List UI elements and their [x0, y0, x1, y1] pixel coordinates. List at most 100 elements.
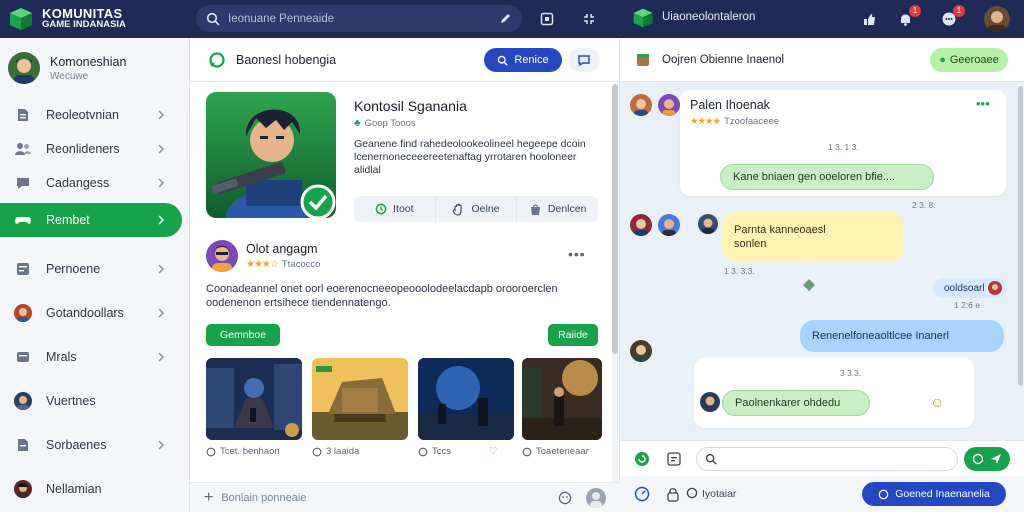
- chat-toggle-button[interactable]: [568, 48, 600, 72]
- message-time: 3 3.3.: [840, 368, 862, 378]
- sidebar: Komoneshian Wecuwe Reoleotvnian Reonlide…: [0, 38, 190, 512]
- composer-input[interactable]: [221, 491, 550, 504]
- more-options-icon[interactable]: •••: [568, 246, 586, 262]
- pen-icon[interactable]: [499, 12, 512, 25]
- chat-avatar[interactable]: [698, 214, 718, 234]
- chat-avatar[interactable]: [700, 392, 720, 412]
- search-input[interactable]: [228, 12, 491, 25]
- sidebar-item-vuertnes[interactable]: Vuertnes: [0, 384, 182, 418]
- chevron-right-icon: [158, 264, 165, 274]
- chat-ring-icon: [209, 51, 225, 68]
- message-bubble[interactable]: Renenelfoneaoltlcee Inanerl: [800, 320, 1004, 352]
- search-bar[interactable]: [196, 5, 522, 32]
- grid-icon: [14, 260, 32, 278]
- document-icon: [14, 106, 32, 124]
- avatar-icon: [14, 392, 32, 410]
- message-time: 1 3. 1 3.: [828, 142, 859, 152]
- user-avatar[interactable]: [984, 6, 1010, 32]
- primary-action-button[interactable]: Renice: [484, 48, 562, 72]
- shopping-bag-icon: [530, 204, 540, 215]
- post-author-name: Olot angagm: [246, 242, 318, 256]
- message-bubble[interactable]: Kane bniaen gen ooeloren bfie....: [720, 164, 934, 190]
- message-card: 3 3.3. Paolnenkarer ohdedu ☺: [694, 358, 974, 428]
- gallery-image[interactable]: [418, 358, 514, 440]
- gallery-image[interactable]: [312, 358, 408, 440]
- message-card: Palen Ihoenak ★★★★ Tzoofaaceee ••• 1 3. …: [680, 90, 1006, 196]
- sidebar-item-pernoene[interactable]: Pernoene: [0, 252, 182, 286]
- send-button[interactable]: [964, 447, 1010, 471]
- messages-icon[interactable]: 1: [940, 5, 965, 28]
- gallery-caption: Toaeteneaar: [522, 446, 589, 457]
- expand-icon[interactable]: [580, 10, 598, 28]
- notification-badge: 1: [909, 5, 921, 17]
- chat-avatar[interactable]: [630, 340, 652, 362]
- clock-icon: [206, 447, 216, 456]
- message-bubble[interactable]: Parnta kanneoaesl sonlen: [722, 212, 904, 262]
- chat-avatar[interactable]: [658, 214, 680, 236]
- chat-title: Oojren Obienne Inaenol: [662, 53, 785, 66]
- users-icon: [14, 140, 32, 158]
- page-title: Baonesl hobengia: [236, 52, 337, 67]
- sidebar-item-sorbaenes[interactable]: Sorbaenes: [0, 428, 182, 462]
- chat-avatar[interactable]: [630, 94, 652, 116]
- message-time: 1 2:6 e: [954, 300, 980, 310]
- message-author: Palen Ihoenak: [690, 98, 770, 112]
- refresh-icon[interactable]: [634, 451, 650, 467]
- sidebar-profile[interactable]: Komoneshian Wecuwe: [8, 52, 126, 84]
- sidebar-item-reonlideners[interactable]: Reonlideners: [0, 132, 182, 166]
- game-cover-image[interactable]: [206, 92, 336, 218]
- chat-join-button[interactable]: ● Geeroaee: [930, 48, 1008, 72]
- post-author-avatar[interactable]: [206, 240, 238, 272]
- sidebar-item-gotandoollars[interactable]: Gotandoollars: [0, 296, 182, 330]
- cube-logo-icon: [633, 8, 653, 28]
- chat-message-input[interactable]: [723, 453, 957, 465]
- sidebar-item-nellamian[interactable]: Nellamian: [0, 472, 182, 506]
- composer-avatar[interactable]: [586, 487, 606, 508]
- chat-avatar[interactable]: [658, 94, 680, 116]
- chat-input-row: [620, 440, 1024, 476]
- message-badge: 1: [953, 5, 965, 17]
- lock-icon[interactable]: [666, 486, 680, 502]
- like-button[interactable]: Oelne: [436, 196, 518, 222]
- sidebar-item-reoleotvnian[interactable]: Reoleotvnian: [0, 98, 182, 132]
- sidebar-item-cadangess[interactable]: Cadangess: [0, 166, 182, 200]
- sidebar-item-rembet[interactable]: Rembet: [0, 203, 182, 237]
- sidebar-item-label: Rembet: [46, 213, 90, 227]
- top-bar: KOMUNITAS GAME INDANASIA Uiaoneolontaler…: [0, 0, 1024, 38]
- gallery-image[interactable]: [522, 358, 602, 440]
- gallery-caption: Tcet. benhaon: [206, 446, 280, 457]
- chat-message-field[interactable]: [696, 447, 958, 471]
- message-bubble[interactable]: Paolnenkarer ohdedu: [722, 390, 870, 416]
- scroll-thumb[interactable]: [612, 84, 618, 354]
- clock-icon: [522, 447, 532, 456]
- brand[interactable]: KOMUNITAS GAME INDANASIA: [0, 0, 190, 38]
- sidebar-item-mrals[interactable]: Mrals: [0, 340, 182, 374]
- clock-icon: [418, 447, 428, 456]
- chat-avatar[interactable]: [630, 214, 652, 236]
- plus-icon[interactable]: +: [204, 489, 213, 507]
- more-options-icon[interactable]: •••: [976, 96, 990, 111]
- gauge-icon[interactable]: [634, 486, 650, 502]
- post-secondary-button[interactable]: Raiide: [548, 324, 598, 346]
- window-icon[interactable]: [538, 10, 556, 28]
- download-button[interactable]: Denlcen: [517, 196, 598, 222]
- notifications-icon[interactable]: 1: [896, 5, 921, 28]
- chat-avatar[interactable]: [988, 281, 1002, 295]
- main-scrollbar[interactable]: [612, 84, 618, 504]
- avatar-icon: [14, 304, 32, 322]
- cube-logo-icon: [10, 8, 32, 30]
- gallery-image[interactable]: [206, 358, 302, 440]
- chat-bubble-icon: [578, 55, 590, 67]
- send-icon: [991, 454, 1001, 464]
- thumbs-up-icon[interactable]: [860, 10, 878, 28]
- game-description: Geanene find rahedeolookeolineel hegeepe…: [354, 138, 586, 176]
- leaf-icon: ♣: [354, 118, 361, 129]
- chat-scrollbar[interactable]: [1018, 86, 1023, 386]
- emoji-icon[interactable]: [558, 491, 572, 505]
- post-primary-button[interactable]: Gemnboe: [206, 324, 280, 346]
- info-button[interactable]: Itoot: [354, 196, 436, 222]
- clock-icon: [312, 447, 322, 456]
- image-icon[interactable]: [666, 451, 682, 467]
- emoji-icon: ☺: [930, 394, 945, 410]
- footer-action-button[interactable]: Goened Inaenanelia: [862, 482, 1006, 506]
